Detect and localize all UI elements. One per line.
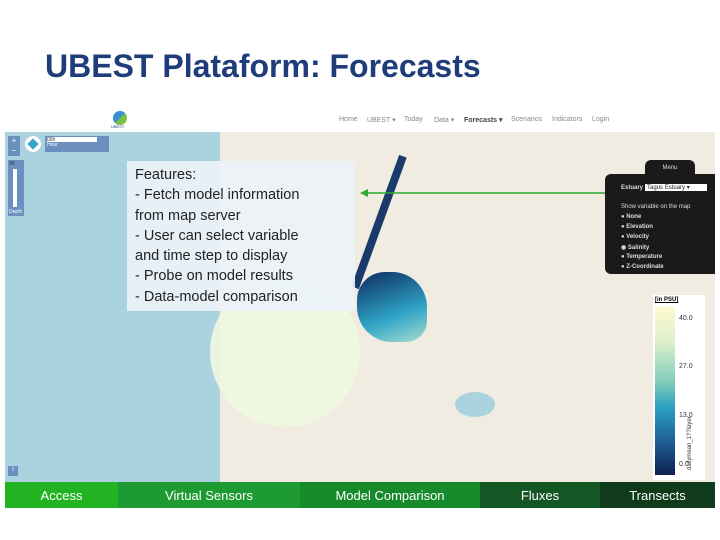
- estuary-select[interactable]: Tagus Estuary ▾: [645, 184, 708, 191]
- features-heading: Features:: [135, 167, 197, 183]
- tab-access[interactable]: Access: [5, 482, 118, 508]
- depth-value: 39: [9, 161, 15, 167]
- depth-control: 39 Depth: [8, 160, 24, 216]
- features-line: - Fetch model information: [135, 187, 300, 204]
- radio-z-coordinate[interactable]: ● Z-Coordinate: [621, 264, 664, 270]
- nav-today[interactable]: Today: [404, 116, 423, 123]
- bottom-tabs: Access Virtual Sensors Model Comparison …: [5, 482, 715, 508]
- features-line: - Probe on model results: [135, 268, 293, 285]
- river: [351, 154, 407, 290]
- zoom-out-button[interactable]: −: [8, 146, 20, 156]
- time-control: 00h Hour: [45, 136, 109, 152]
- legend-unit: [in PSU]: [655, 297, 679, 303]
- features-callout: Features: - Fetch model information from…: [127, 161, 355, 311]
- salinity-field: [357, 272, 427, 342]
- nav-scenarios[interactable]: Scenarios: [511, 116, 542, 123]
- radio-elevation[interactable]: ● Elevation: [621, 224, 653, 230]
- tab-model-comparison[interactable]: Model Comparison: [300, 482, 480, 508]
- depth-label: Depth: [9, 209, 23, 215]
- zoom-control: + −: [8, 136, 20, 156]
- zoom-in-button[interactable]: +: [8, 136, 20, 146]
- nav-forecasts[interactable]: Forecasts ▾: [464, 116, 503, 124]
- tab-fluxes[interactable]: Fluxes: [480, 482, 600, 508]
- lagoon: [455, 392, 495, 417]
- legend-tick: 27.0: [679, 363, 693, 370]
- nav-home[interactable]: Home: [339, 116, 358, 123]
- ubest-logo-icon[interactable]: [113, 111, 127, 125]
- variable-menu: Estuary Tagus Estuary ▾ Show variable on …: [605, 174, 715, 274]
- nav-login[interactable]: Login: [592, 116, 609, 123]
- callout-arrow: [360, 189, 610, 197]
- radio-none[interactable]: ● None: [621, 214, 641, 220]
- colorbar: [655, 307, 675, 475]
- map-canvas[interactable]: + − 00h Hour 39 Depth i Features: - Fetc…: [5, 132, 715, 482]
- nav-ubest[interactable]: UBEST ▾: [367, 116, 396, 124]
- app-screenshot: UBEST Home UBEST ▾ Today Data ▾ Forecast…: [5, 108, 715, 508]
- radio-velocity[interactable]: ● Velocity: [621, 234, 649, 240]
- tab-virtual-sensors[interactable]: Virtual Sensors: [118, 482, 300, 508]
- slide-title: UBEST Plataform: Forecasts: [45, 48, 481, 84]
- features-line: - Data-model comparison: [135, 288, 298, 305]
- depth-slider[interactable]: [13, 169, 17, 207]
- legend-tick: 40.0: [679, 315, 693, 322]
- info-button[interactable]: i: [8, 466, 18, 476]
- features-line: from map server: [135, 207, 241, 224]
- radio-temperature[interactable]: ● Temperature: [621, 254, 662, 260]
- nav-indicators[interactable]: Indicators: [552, 116, 582, 123]
- time-label: Hour: [47, 142, 58, 148]
- color-legend: [in PSU] 40.0 27.0 13.0 0.0 dailymean_1?…: [653, 295, 705, 480]
- nav-data[interactable]: Data ▾: [434, 116, 454, 124]
- layers-icon[interactable]: [25, 136, 41, 152]
- estuary-label: Estuary: [621, 185, 644, 191]
- features-line: - User can select variable: [135, 227, 299, 244]
- top-nav: UBEST Home UBEST ▾ Today Data ▾ Forecast…: [5, 108, 715, 133]
- show-variable-label: Show variable on the map: [621, 204, 691, 210]
- radio-salinity[interactable]: ◉ Salinity: [621, 244, 649, 251]
- legend-layer-name: dailymean_1??layer: [687, 416, 693, 470]
- features-line: and time step to display: [135, 248, 288, 265]
- logo-text: UBEST: [111, 124, 125, 129]
- tab-transects[interactable]: Transects: [600, 482, 715, 508]
